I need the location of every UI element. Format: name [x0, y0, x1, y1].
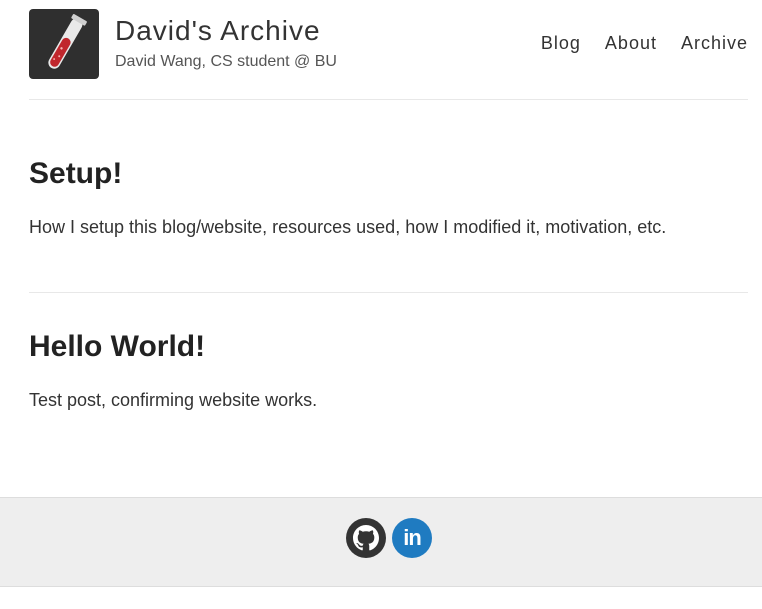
nav-link-about[interactable]: About [605, 33, 657, 54]
nav-link-blog[interactable]: Blog [541, 33, 581, 54]
post-title[interactable]: Hello World! [29, 330, 748, 364]
linkedin-icon: in [403, 525, 422, 550]
post-item: Hello World! Test post, confirming websi… [29, 330, 748, 410]
site-title[interactable]: David's Archive [115, 15, 321, 47]
site-subtitle: David Wang, CS student @ BU [115, 53, 337, 70]
page: David's Archive David Wang, CS student @… [0, 0, 762, 609]
github-icon [353, 525, 379, 551]
social-links: in [346, 518, 432, 558]
main-nav: Blog About Archive [541, 33, 748, 54]
test-tube-icon [48, 14, 87, 69]
post-item: Setup! How I setup this blog/website, re… [29, 157, 748, 237]
post-title[interactable]: Setup! [29, 157, 748, 191]
site-header: David's Archive David Wang, CS student @… [29, 9, 748, 100]
site-logo[interactable] [29, 9, 99, 79]
site-footer: in [0, 497, 762, 587]
post-excerpt: How I setup this blog/website, resources… [29, 217, 667, 237]
nav-link-archive[interactable]: Archive [681, 33, 748, 54]
post-divider [29, 292, 748, 293]
post-excerpt: Test post, confirming website works. [29, 390, 318, 410]
github-link[interactable] [346, 518, 386, 558]
linkedin-link[interactable]: in [392, 518, 432, 558]
